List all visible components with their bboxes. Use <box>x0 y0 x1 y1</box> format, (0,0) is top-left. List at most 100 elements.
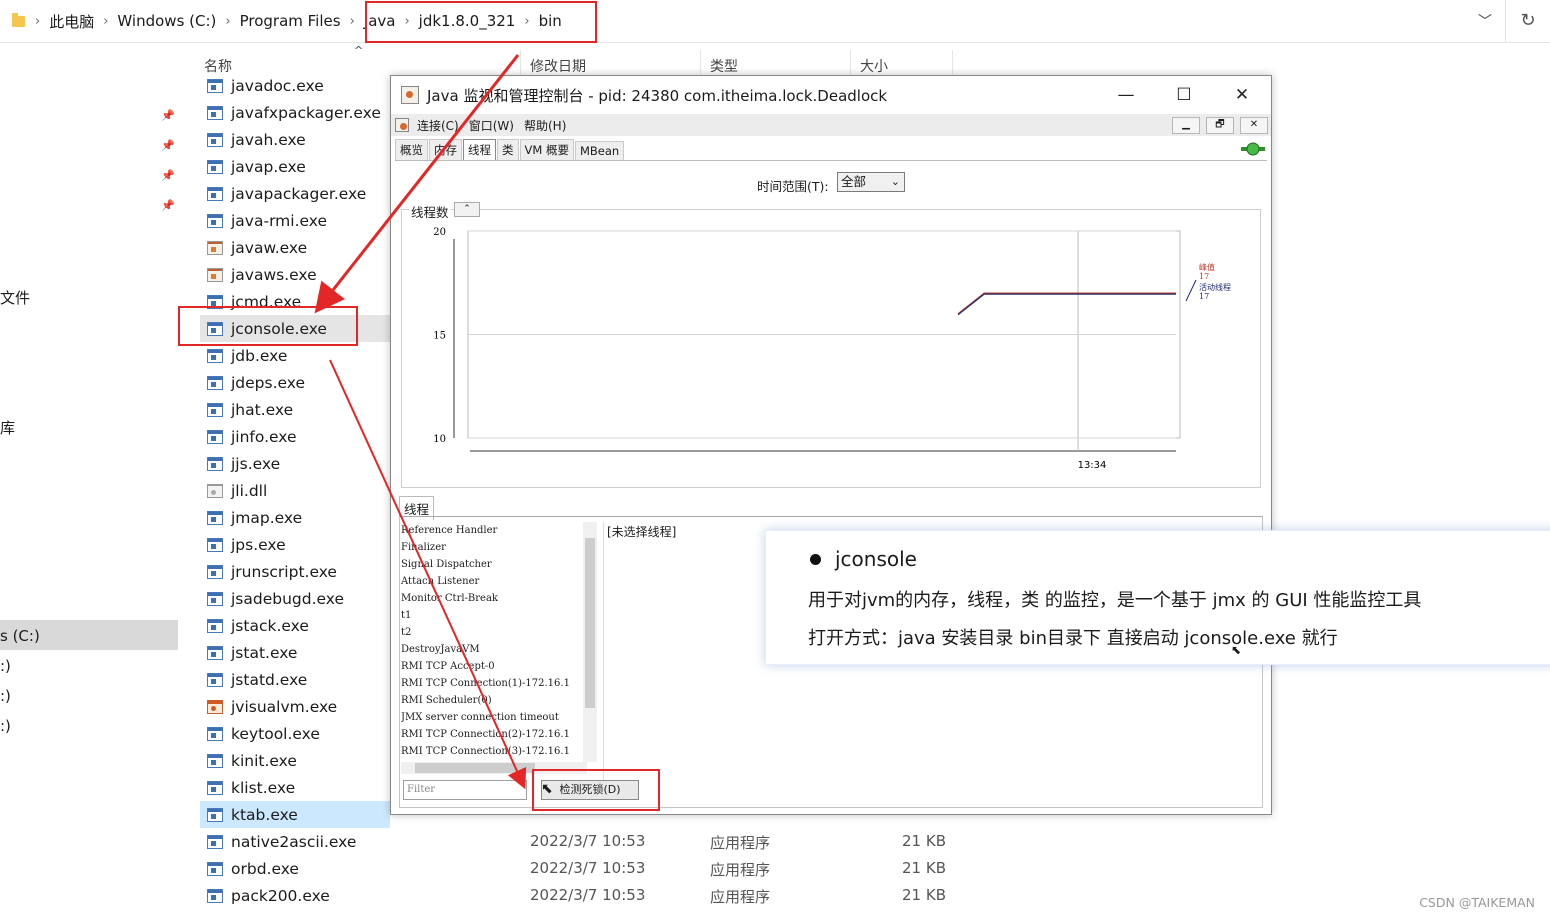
breadcrumb-program-files[interactable]: Program Files <box>233 12 348 30</box>
breadcrumb-windows-c[interactable]: Windows (C:) <box>110 12 223 30</box>
file-row[interactable]: jhat.exe <box>200 396 390 423</box>
column-header-type[interactable]: 类型 <box>710 56 738 76</box>
file-row[interactable]: klist.exe <box>200 774 390 801</box>
file-row[interactable]: java-rmi.exe <box>200 207 390 234</box>
file-date: 2022/3/7 10:53 <box>530 832 646 850</box>
file-row[interactable]: jsadebugd.exe <box>200 585 390 612</box>
tab-classes[interactable]: 类 <box>497 139 519 160</box>
tab-threads[interactable]: 线程 <box>463 139 496 160</box>
file-row[interactable]: jrunscript.exe <box>200 558 390 585</box>
scrollbar-thumb[interactable] <box>585 538 595 708</box>
file-row[interactable]: javafxpackager.exe <box>200 99 390 126</box>
file-row[interactable]: kinit.exe <box>200 747 390 774</box>
refresh-icon[interactable]: ↻ <box>1505 0 1550 42</box>
thread-list-item[interactable]: Signal Dispatcher <box>401 556 587 573</box>
chevron-down-icon[interactable]: ﹀ <box>1465 11 1505 31</box>
filter-input[interactable]: Filter <box>403 780 527 800</box>
column-divider[interactable] <box>520 50 521 74</box>
mdi-close-button[interactable]: ✕ <box>1240 117 1268 134</box>
menu-window[interactable]: 窗口(W) <box>469 117 514 134</box>
nav-item[interactable]: :) <box>0 717 11 735</box>
file-row[interactable]: jinfo.exe <box>200 423 390 450</box>
file-row[interactable]: jps.exe <box>200 531 390 558</box>
file-row[interactable]: javadoc.exe <box>200 72 390 99</box>
file-name: javapackager.exe <box>231 184 367 203</box>
maximize-button[interactable]: ☐ <box>1155 76 1213 114</box>
thread-list-item[interactable]: t1 <box>401 607 587 624</box>
thread-list[interactable]: Reference Handler Finalizer Signal Dispatc… <box>401 522 587 762</box>
thread-list-item[interactable]: RMI TCP Connection(1)-172.16.1 <box>401 675 587 692</box>
file-name: javap.exe <box>231 157 306 176</box>
menu-connect[interactable]: 连接(C) <box>417 117 459 134</box>
thread-list-item[interactable]: Attach Listener <box>401 573 587 590</box>
connection-status-icon[interactable] <box>1241 142 1265 156</box>
nav-item[interactable]: 库 <box>0 417 15 438</box>
nav-item[interactable]: s (C:) <box>0 627 40 645</box>
thread-list-item[interactable]: Monitor Ctrl-Break <box>401 590 587 607</box>
file-row[interactable]: jmap.exe <box>200 504 390 531</box>
nav-item[interactable]: 文件 <box>0 287 30 308</box>
thread-list-item[interactable]: RMI TCP Connection(2)-172.16.1 <box>401 726 587 743</box>
menu-help[interactable]: 帮助(H) <box>524 117 566 134</box>
file-row[interactable]: javaws.exe <box>200 261 390 288</box>
thread-list-item[interactable]: RMI TCP Connection(3)-172.16.1 <box>401 743 587 760</box>
time-range-select[interactable]: 全部 ⌄ <box>837 172 905 192</box>
pin-icon: 📌 <box>161 199 175 212</box>
thread-list-item[interactable]: t2 <box>401 624 587 641</box>
tab-mbean[interactable]: MBean <box>574 141 625 160</box>
java-exe-icon <box>207 267 223 282</box>
close-button[interactable]: ✕ <box>1213 76 1271 114</box>
file-row[interactable]: javap.exe <box>200 153 390 180</box>
thread-list-item[interactable]: Reference Handler <box>401 522 587 539</box>
file-row[interactable]: jvisualvm.exe <box>200 693 390 720</box>
file-row[interactable]: ktab.exe <box>200 801 390 828</box>
file-row[interactable]: jli.dll <box>200 477 390 504</box>
file-row[interactable]: jstatd.exe <box>200 666 390 693</box>
nav-item[interactable]: :) <box>0 687 11 705</box>
chevron-right-icon: › <box>225 13 231 29</box>
chart-panel: 10 15 20 13:34 峰值 17 活动线程 17 <box>401 209 1261 488</box>
note-line-2: 打开方式：java 安装目录 bin目录下 直接启动 jconsole.exe … <box>808 628 1338 649</box>
file-row[interactable]: keytool.exe <box>200 720 390 747</box>
file-row[interactable]: native2ascii.exe <box>200 828 390 855</box>
address-bar[interactable]: › 此电脑 › Windows (C:) › Program Files › J… <box>0 0 1550 43</box>
tab-overview[interactable]: 概览 <box>395 139 428 160</box>
tab-vm-summary[interactable]: VM 概要 <box>519 139 574 160</box>
column-header-size[interactable]: 大小 <box>860 56 888 76</box>
nav-item[interactable]: :) <box>0 657 11 675</box>
thread-list-item[interactable]: DestroyJavaVM <box>401 641 587 658</box>
file-row[interactable]: pack200.exe <box>200 882 390 909</box>
column-divider[interactable] <box>700 50 701 74</box>
annotation-box <box>178 306 358 346</box>
column-header-date[interactable]: 修改日期 <box>530 56 586 76</box>
minimize-button[interactable]: — <box>1097 76 1155 114</box>
file-row[interactable]: javapackager.exe <box>200 180 390 207</box>
file-row[interactable]: javaw.exe <box>200 234 390 261</box>
jconsole-window[interactable]: Java 监视和管理控制台 - pid: 24380 com.itheima.l… <box>390 75 1272 815</box>
thread-list-item[interactable]: RMI Scheduler(0) <box>401 692 587 709</box>
y-tick-label: 10 <box>433 434 446 445</box>
file-row[interactable]: jjs.exe <box>200 450 390 477</box>
tab-memory[interactable]: 内存 <box>429 139 462 160</box>
file-row[interactable]: jstack.exe <box>200 612 390 639</box>
file-row[interactable]: javah.exe <box>200 126 390 153</box>
collapse-icon[interactable]: ⌃ <box>454 202 480 217</box>
column-divider[interactable] <box>850 50 851 74</box>
mdi-restore-button[interactable]: 🗗 <box>1206 117 1234 134</box>
file-row[interactable]: jdb.exe <box>200 342 390 369</box>
menu-bar: 连接(C) 窗口(W) 帮助(H) <box>391 114 1271 136</box>
mdi-minimize-button[interactable]: ▁ <box>1172 117 1200 134</box>
thread-list-scrollbar[interactable] <box>583 522 597 762</box>
thread-list-item[interactable]: RMI TCP Accept-0 <box>401 658 587 675</box>
file-row[interactable]: jstat.exe <box>200 639 390 666</box>
file-row[interactable]: jdeps.exe <box>200 369 390 396</box>
column-divider[interactable] <box>952 50 953 74</box>
thread-list-item[interactable]: JMX server connection timeout <box>401 709 587 726</box>
scrollbar-thumb[interactable] <box>415 763 535 773</box>
file-row[interactable]: orbd.exe <box>200 855 390 882</box>
split-divider[interactable] <box>603 522 604 782</box>
pin-icon: 📌 <box>161 169 175 182</box>
thread-list-item[interactable]: Finalizer <box>401 539 587 556</box>
sort-up-icon: ^ <box>354 44 364 57</box>
breadcrumb-this-pc[interactable]: 此电脑 <box>42 11 101 32</box>
